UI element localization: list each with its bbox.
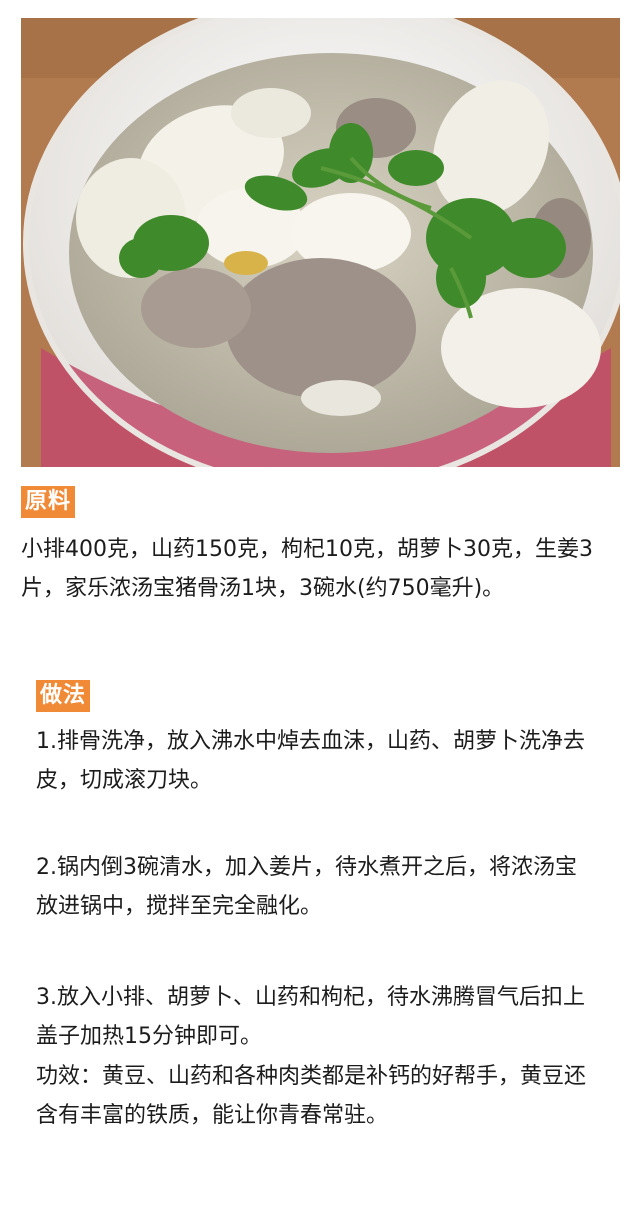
method-step-1: 1.排骨洗净，放入沸水中焯去血沫，山药、胡萝卜洗净去皮，切成滚刀块。 [36,729,585,793]
method-step-3: 3.放入小排、胡萝卜、山药和枸杞，待水沸腾冒气后扣上盖子加热15分钟即可。 [36,985,585,1049]
ingredients-text: 小排400克，山药150克，枸杞10克，胡萝卜30克，生姜3片，家乐浓汤宝猪骨汤… [21,537,593,601]
soup-photo [21,18,620,467]
ingredients-heading: 原料 [21,486,76,518]
method-heading: 做法 [36,680,91,712]
recipe-page: 原料 小排400克，山药150克，枸杞10克，胡萝卜30克，生姜3片，家乐浓汤宝… [0,0,640,1211]
method-step-2: 2.锅内倒3碗清水，加入姜片，待水煮开之后，将浓汤宝放进锅中，搅拌至完全融化。 [36,855,577,919]
soup-illustration [21,18,620,467]
effect-text: 功效：黄豆、山药和各种肉类都是补钙的好帮手，黄豆还含有丰富的铁质，能让你青春常驻… [36,1064,587,1128]
